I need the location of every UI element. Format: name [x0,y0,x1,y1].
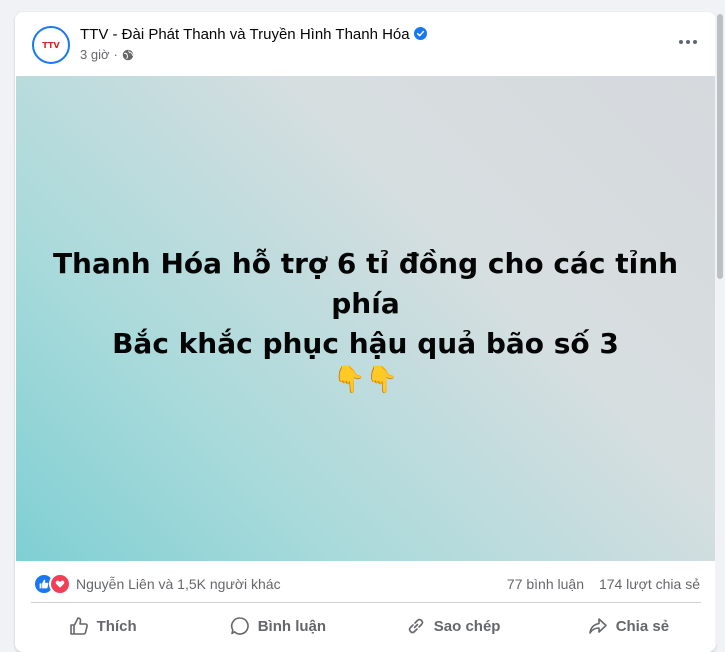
post-header: TTV TTV - Đài Phát Thanh và Truyền Hình … [15,12,716,76]
post-time[interactable]: 3 giờ [80,47,110,62]
verified-badge-icon [413,27,427,40]
comments-count[interactable]: 77 bình luận [507,576,584,592]
share-icon [588,618,607,634]
thumbs-up-icon [69,617,88,635]
separator-dot: · [113,47,118,62]
pointing-down-emoji: 👇👇 [333,363,398,394]
comment-icon [230,617,249,635]
shares-count[interactable]: 174 lượt chia sẻ [599,576,700,592]
post-text-line-2: Bắc khắc phục hậu quả bão số 3 [112,326,619,360]
link-icon [408,618,424,634]
globe-icon [122,49,134,60]
like-button[interactable]: Thích [15,604,190,648]
more-options-button[interactable] [674,30,702,54]
share-label: Chia sẻ [615,617,670,635]
reactions-bar: Nguyễn Liên và 1,5K người khác 77 bình l… [15,567,716,601]
copy-link-button[interactable]: Sao chép [366,604,541,648]
page-scrollbar[interactable] [715,0,725,644]
comment-button[interactable]: Bình luận [190,604,365,648]
post-text-background[interactable]: Thanh Hóa hỗ trợ 6 tỉ đồng cho các tỉnh … [16,76,715,561]
reaction-icons[interactable] [33,573,73,595]
comment-label: Bình luận [257,617,327,635]
post-actions: Thích Bình luận Sao chép Chia sẻ [15,604,716,648]
post-meta: 3 giờ · [80,47,134,62]
post-text: Thanh Hóa hỗ trợ 6 tỉ đồng cho các tỉnh … [36,244,696,364]
page-name-link[interactable]: TTV - Đài Phát Thanh và Truyền Hình Than… [80,26,427,43]
page-name[interactable]: TTV - Đài Phát Thanh và Truyền Hình Than… [80,26,410,43]
post-text-line-1: Thanh Hóa hỗ trợ 6 tỉ đồng cho các tỉnh … [52,246,679,320]
more-horizontal-icon [678,40,699,44]
post-card: TTV TTV - Đài Phát Thanh và Truyền Hình … [15,12,716,652]
reactions-summary[interactable]: Nguyễn Liên và 1,5K người khác [76,576,281,592]
avatar-logo-text: TTV [42,40,60,50]
copy-label: Sao chép [433,617,501,635]
love-reaction-icon [49,573,71,595]
like-label: Thích [96,617,137,635]
divider [31,602,701,603]
page-avatar[interactable]: TTV [32,26,70,64]
share-button[interactable]: Chia sẻ [541,604,716,648]
scrollbar-thumb[interactable] [717,14,723,279]
